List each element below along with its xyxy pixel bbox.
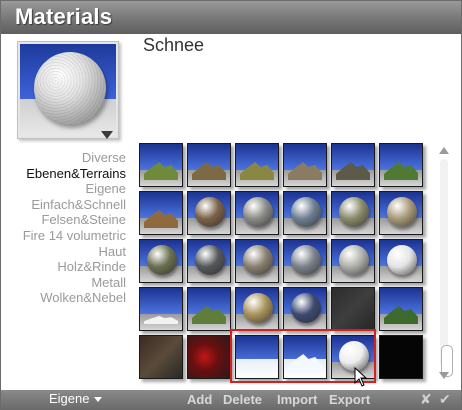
category-item[interactable]: Felsen&Steine [23,212,126,228]
category-item[interactable]: Metall [23,275,126,291]
material-thumbnail[interactable] [139,143,183,187]
material-thumbnail[interactable] [331,287,375,331]
category-item[interactable]: Eigene [23,181,126,197]
material-thumbnail[interactable] [331,191,375,235]
delete-button[interactable]: Delete [223,392,262,407]
material-thumbnail[interactable] [235,143,279,187]
mouse-pointer-icon [354,367,368,387]
category-list: Diverse Ebenen&Terrains Eigene Einfach&S… [23,150,126,306]
materials-window: Materials Schnee Diverse Ebenen&Terrains… [0,0,462,410]
material-thumbnail[interactable] [379,191,423,235]
import-button[interactable]: Import [277,392,317,407]
material-thumbnail[interactable] [283,191,327,235]
footer-bar: Eigene Add Delete Import Export ✘ ✔ [1,390,461,409]
material-thumbnail[interactable] [139,335,183,379]
title-bar[interactable]: Materials [1,1,461,34]
material-thumbnail[interactable] [379,335,423,379]
material-thumbnail[interactable] [331,239,375,283]
material-thumbnail[interactable] [139,191,183,235]
chevron-down-icon [94,397,103,403]
material-name: Schnee [143,35,205,55]
scroll-track[interactable] [440,159,453,377]
material-thumbnail[interactable] [187,239,231,283]
material-thumbnail[interactable] [379,239,423,283]
scroll-up-icon[interactable] [439,147,449,154]
check-icon[interactable]: ✔ [439,391,451,408]
material-thumbnail[interactable] [187,287,231,331]
library-dropdown[interactable]: Eigene [49,391,103,406]
scroll-down-icon[interactable] [439,372,449,379]
material-thumbnail[interactable] [283,287,327,331]
close-icon[interactable]: ✘ [420,391,432,408]
material-thumbnail[interactable] [235,191,279,235]
material-thumbnail[interactable] [187,143,231,187]
material-thumbnail[interactable] [235,239,279,283]
preview-snow-sphere [34,52,106,124]
category-item[interactable]: Wolken&Nebel [23,290,126,306]
window-title: Materials [15,4,113,29]
material-thumbnail[interactable] [379,287,423,331]
category-item-active[interactable]: Ebenen&Terrains [23,166,126,182]
add-button[interactable]: Add [187,392,212,407]
category-item[interactable]: Fire 14 volumetric [23,228,126,244]
category-item[interactable]: Haut [23,244,126,260]
material-thumbnail[interactable] [139,287,183,331]
material-thumbnail[interactable] [235,287,279,331]
category-item[interactable]: Holz&Rinde [23,259,126,275]
material-thumbnail[interactable] [379,143,423,187]
material-thumbnail[interactable] [283,239,327,283]
category-item[interactable]: Diverse [23,150,126,166]
material-thumbnail[interactable] [283,143,327,187]
material-thumbnail[interactable] [139,239,183,283]
library-dropdown-label: Eigene [49,391,90,406]
preview-caret-icon [101,131,113,139]
material-thumbnail[interactable] [331,143,375,187]
preview-scene [20,44,116,136]
material-thumbnail[interactable] [187,335,231,379]
export-button[interactable]: Export [329,392,370,407]
grid-scrollbar[interactable] [437,143,453,383]
material-thumbnail[interactable] [187,191,231,235]
material-preview [17,41,119,139]
category-item[interactable]: Einfach&Schnell [23,197,126,213]
